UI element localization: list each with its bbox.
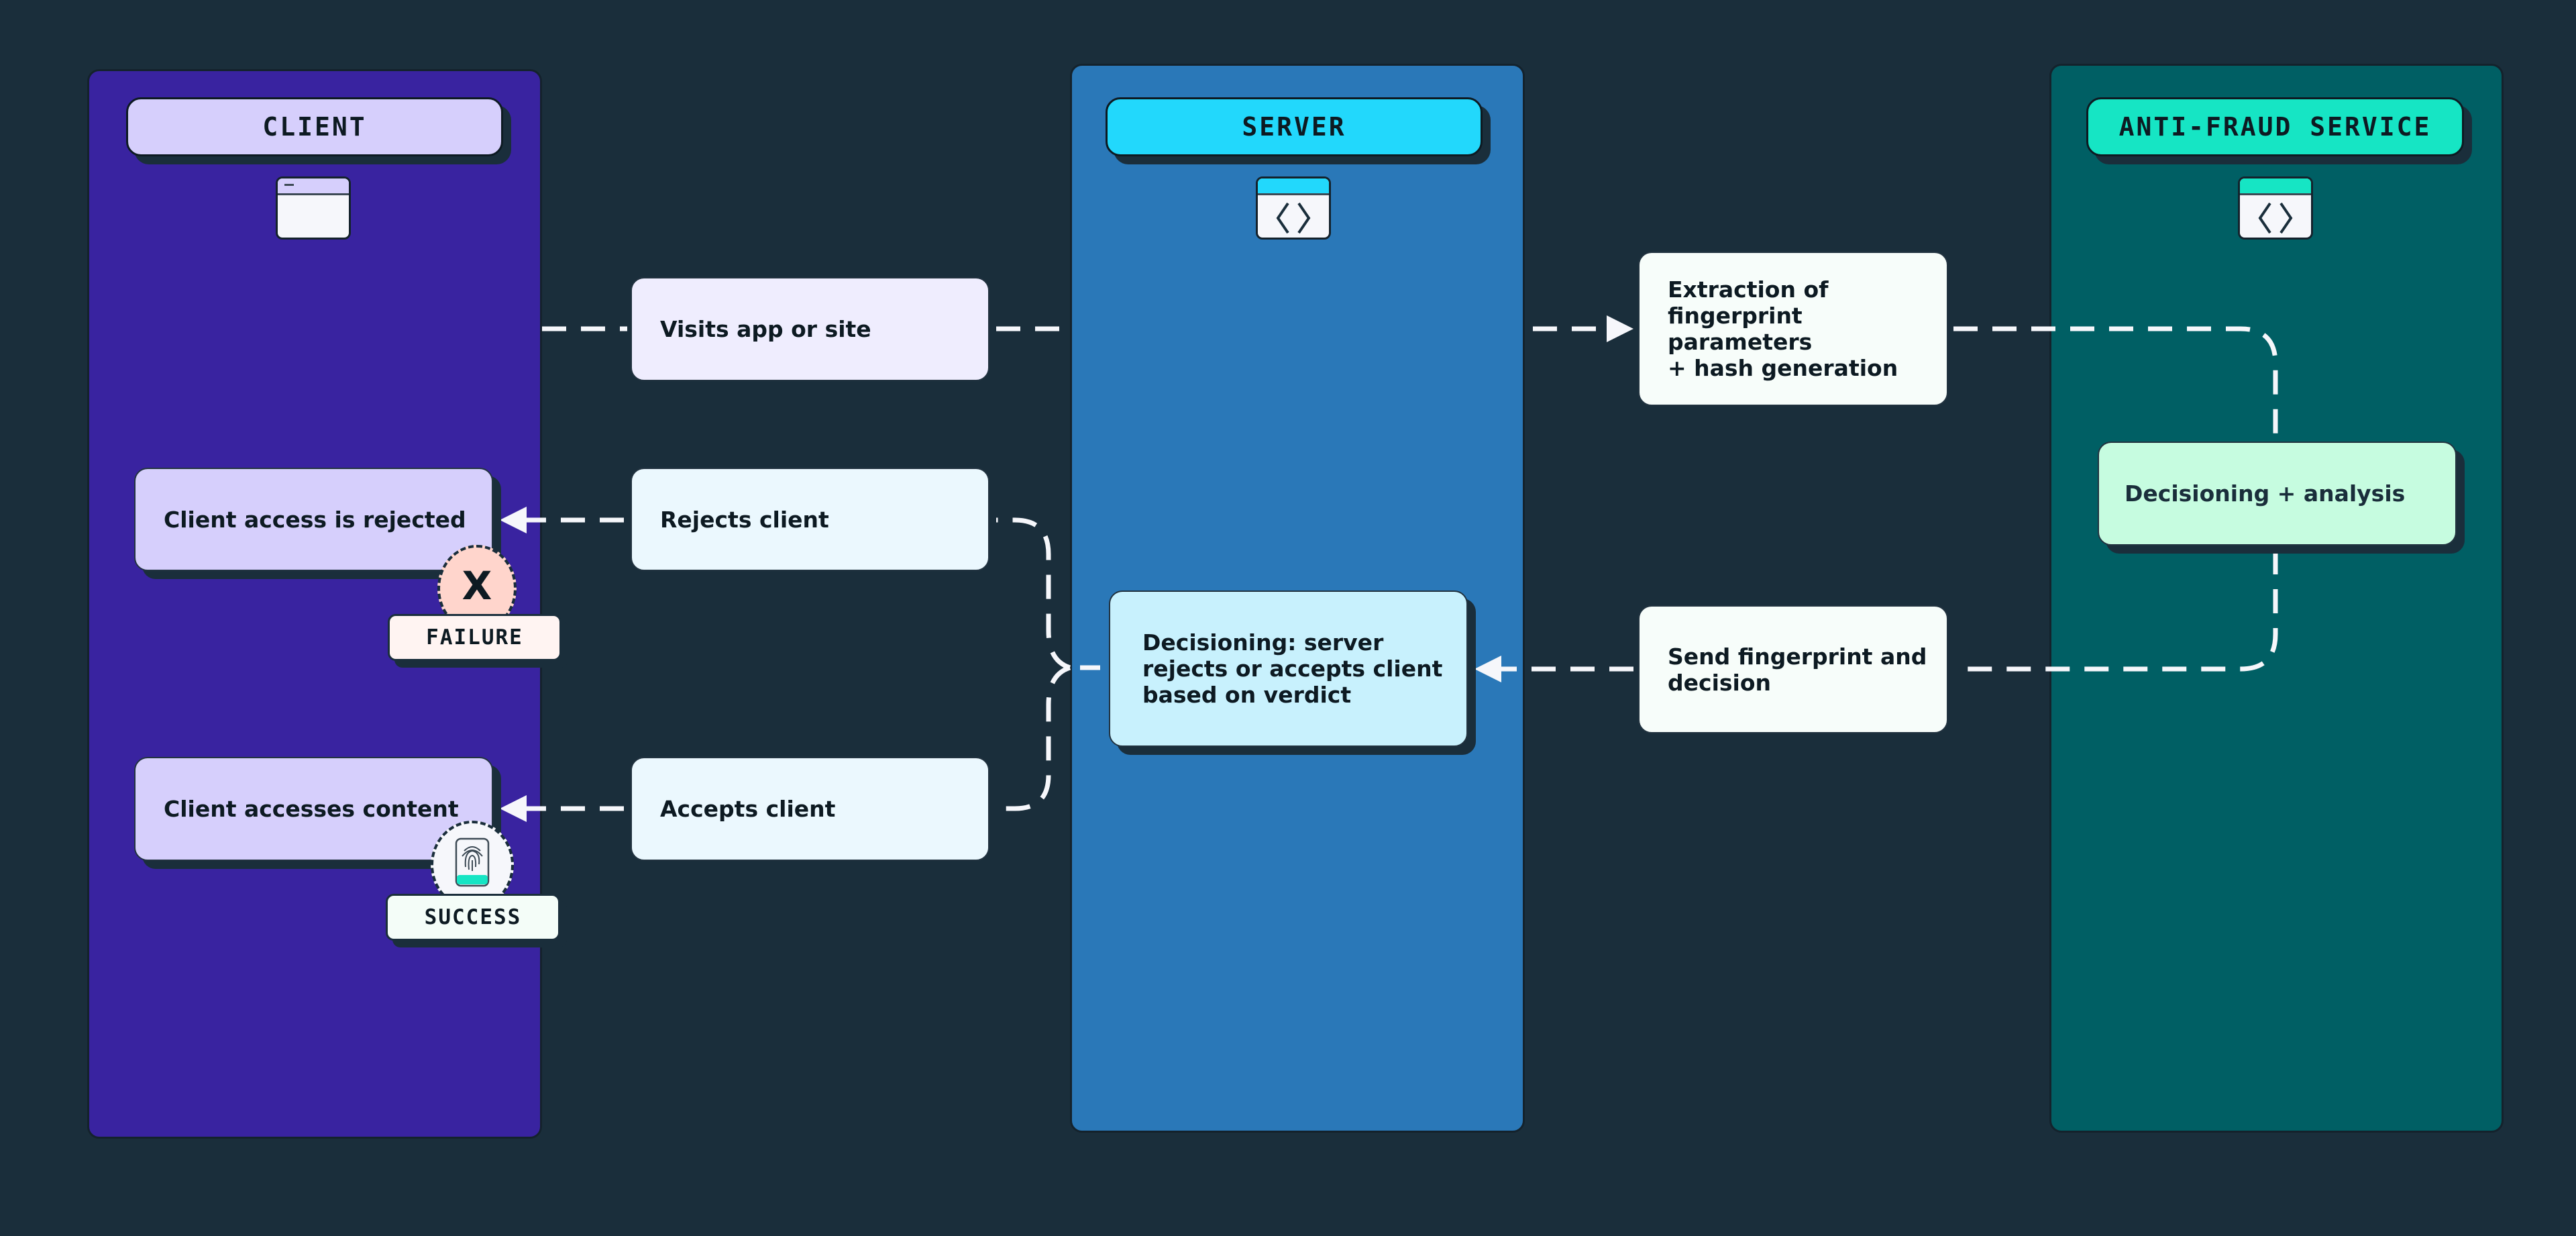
step-extraction: Extraction of fingerprint parameters + h… [1638,252,1948,406]
step-visits-app: Visits app or site [631,277,989,381]
code-window-icon [1256,176,1331,240]
step-server-decisioning: Decisioning: server rejects or accepts c… [1109,590,1468,747]
step-decisioning-analysis: Decisioning + analysis [2098,442,2457,546]
server-lane-title: SERVER [1106,97,1483,156]
step-send-fingerprint: Send fingerprint and decision [1638,605,1948,733]
success-badge: SUCCESS [386,894,560,941]
connector-decisioning-to-accept [996,665,1071,811]
code-window-icon [2238,176,2313,240]
fingerprint-icon [455,837,490,887]
browser-window-icon [276,176,351,240]
connector-decisioning-to-reject [996,517,1071,670]
step-rejects-client: Rejects client [631,468,989,571]
antifraud-lane-title: ANTI-FRAUD SERVICE [2086,97,2464,156]
step-accepts-client: Accepts client [631,757,989,861]
failure-badge: FAILURE [388,614,561,661]
arrowhead-to-extraction [1607,315,1633,342]
client-lane-title: CLIENT [126,97,503,156]
step-client-rejected: Client access is rejected [134,468,493,571]
